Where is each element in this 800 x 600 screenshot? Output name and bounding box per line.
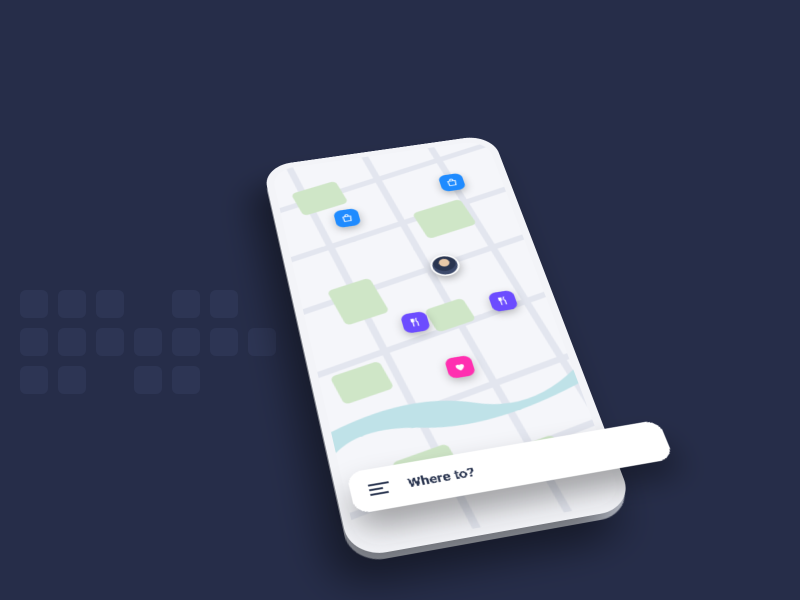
background-grid [20, 290, 276, 394]
scene-3d: Where to? Nearby Foods, drinks, places 1… [263, 134, 635, 558]
menu-icon[interactable] [368, 481, 391, 496]
search-placeholder: Where to? [406, 465, 476, 490]
shopping-bag-icon [445, 177, 460, 187]
utensils-icon [495, 295, 512, 307]
shopping-bag-icon [340, 212, 355, 223]
stage: Where to? Nearby Foods, drinks, places 1… [0, 0, 800, 600]
